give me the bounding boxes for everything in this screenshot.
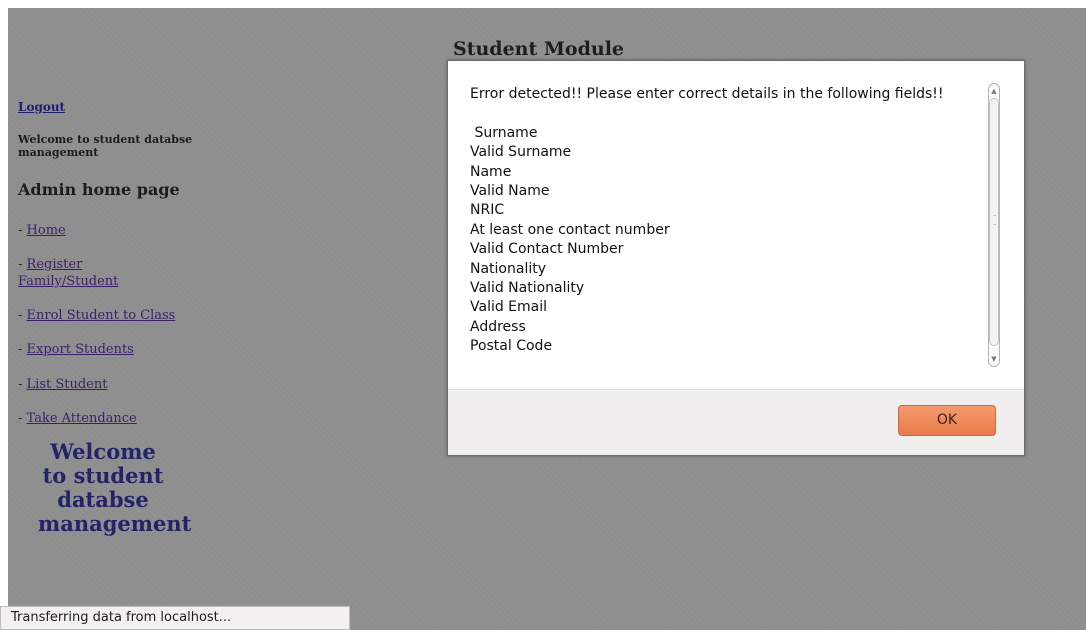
welcome-message-large: Welcome to student databse management xyxy=(38,439,192,536)
message-scrollbar[interactable]: ▲ ▼ xyxy=(988,83,1000,367)
nav-prefix: - xyxy=(18,257,27,272)
nav-link-register-family-student[interactable]: Register Family/Student xyxy=(18,257,118,289)
welcome-message-small: Welcome to student databse management xyxy=(18,133,193,159)
page-title: Student Module xyxy=(453,38,624,60)
dialog-body: Error detected!! Please enter correct de… xyxy=(448,61,1024,389)
nav-item-enrol: - Enrol Student to Class xyxy=(18,307,198,324)
ok-button[interactable]: OK xyxy=(898,405,996,436)
nav-prefix: - xyxy=(18,342,27,357)
error-alert-dialog: Error detected!! Please enter correct de… xyxy=(447,60,1025,456)
browser-viewport: Student Module Logout Welcome to student… xyxy=(8,8,1086,630)
nav-item-attendance: - Take Attendance xyxy=(18,410,198,427)
logout-link[interactable]: Logout xyxy=(18,100,65,114)
nav-item-home: - Home xyxy=(18,222,198,239)
grip-icon xyxy=(993,215,996,225)
dialog-footer: OK xyxy=(448,389,1024,455)
scroll-down-icon[interactable]: ▼ xyxy=(989,353,999,365)
scroll-up-icon[interactable]: ▲ xyxy=(989,85,999,97)
error-message-text: Error detected!! Please enter correct de… xyxy=(470,86,944,355)
nav-prefix: - xyxy=(18,411,27,426)
nav-prefix: - xyxy=(18,377,27,392)
nav-link-enrol-student[interactable]: Enrol Student to Class xyxy=(27,308,176,323)
nav-link-home[interactable]: Home xyxy=(27,223,66,238)
browser-status-bar: Transferring data from localhost... xyxy=(0,606,350,630)
nav-item-register: - Register Family/Student xyxy=(18,256,138,290)
scroll-thumb[interactable] xyxy=(989,98,999,346)
nav-item-list: - List Student xyxy=(18,376,198,393)
nav-item-export: - Export Students xyxy=(18,341,198,358)
admin-home-heading: Admin home page xyxy=(18,180,180,199)
nav-link-export-students[interactable]: Export Students xyxy=(27,342,134,357)
nav-link-list-student[interactable]: List Student xyxy=(27,377,108,392)
nav-prefix: - xyxy=(18,308,27,323)
nav-link-take-attendance[interactable]: Take Attendance xyxy=(27,411,137,426)
nav-prefix: - xyxy=(18,223,27,238)
